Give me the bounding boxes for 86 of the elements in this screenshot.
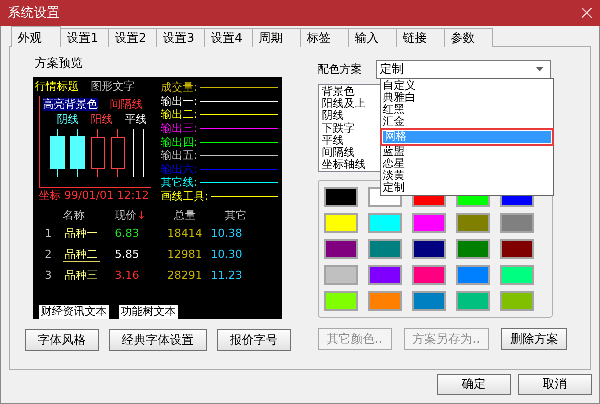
font-button[interactable]: 经典字体设置 bbox=[109, 329, 207, 351]
color-swatch[interactable] bbox=[370, 215, 400, 231]
color-swatch[interactable] bbox=[458, 241, 488, 257]
color-swatch[interactable] bbox=[326, 293, 356, 309]
title-text: 行情标题 bbox=[35, 80, 79, 95]
color-swatch[interactable] bbox=[502, 241, 532, 257]
color-swatch[interactable] bbox=[458, 215, 488, 231]
line-label: 输出五: bbox=[161, 149, 198, 162]
dropdown-option[interactable]: 淡黄 bbox=[381, 170, 553, 182]
table-cell-text: 品种三 bbox=[64, 269, 99, 282]
color-swatch[interactable] bbox=[370, 293, 400, 309]
table-cell: 品种二 bbox=[63, 248, 100, 262]
line-label: 输出四: bbox=[161, 136, 198, 149]
table-cell-text: 10.30 bbox=[211, 248, 244, 261]
color-swatch[interactable] bbox=[414, 293, 444, 309]
line-label: 输出三: bbox=[161, 122, 198, 136]
table-cell-text: 11.23 bbox=[211, 269, 244, 282]
line-label: 输出六: bbox=[161, 162, 198, 176]
window-title: 系统设置 bbox=[8, 5, 60, 22]
tab[interactable]: 设置1 bbox=[61, 28, 109, 47]
graph-text: 图形文字 bbox=[91, 80, 135, 95]
table-cell: 18414 bbox=[168, 227, 202, 240]
text-sample: 财经资讯文本 bbox=[39, 305, 109, 319]
tab[interactable]: 输入 bbox=[349, 28, 397, 47]
line-label: 其它线: bbox=[161, 176, 198, 190]
candle-label: 平线 bbox=[125, 113, 147, 126]
line-label: 成交量: bbox=[161, 81, 198, 94]
interval-line-text: 间隔线 bbox=[110, 98, 143, 111]
tab[interactable]: 设置2 bbox=[109, 28, 157, 47]
color-swatch[interactable] bbox=[326, 267, 356, 283]
table-cell-text: 5.85 bbox=[115, 248, 140, 261]
column-header: 其它 bbox=[225, 208, 247, 222]
candle-label: 阴线 bbox=[57, 113, 79, 126]
scheme-dropdown[interactable]: 定制 bbox=[376, 60, 551, 78]
color-swatch[interactable] bbox=[326, 189, 356, 205]
color-swatch[interactable] bbox=[502, 267, 532, 283]
row-number: 1 bbox=[44, 227, 53, 240]
column-header: 名称 bbox=[63, 208, 86, 222]
scheme-button[interactable]: 删除方案 bbox=[501, 328, 568, 350]
color-swatch[interactable] bbox=[370, 241, 400, 257]
tab[interactable]: 标签 bbox=[301, 28, 349, 47]
table-cell: 28291 bbox=[168, 269, 202, 282]
color-swatch[interactable] bbox=[414, 241, 444, 257]
caret-icon[interactable] bbox=[536, 66, 544, 72]
column-header: 现价 bbox=[115, 208, 137, 222]
tab[interactable]: 外观 bbox=[11, 26, 61, 47]
table-cell-text: 品种一 bbox=[64, 227, 99, 240]
dropdown-list[interactable]: 自定义 典雅白 红黑 汇金 网格 蓝盟 恋星 淡黄 定制 bbox=[380, 78, 554, 196]
tab[interactable]: 参数 bbox=[445, 28, 493, 47]
highlight-text: 高亮背景色 bbox=[43, 98, 98, 111]
row-number: 3 bbox=[44, 269, 53, 282]
color-swatch[interactable] bbox=[458, 293, 488, 309]
preview-label: 方案预览 bbox=[34, 55, 84, 71]
dialog-button[interactable]: 确定 bbox=[437, 374, 511, 395]
table-cell-text: 3.16 bbox=[115, 269, 140, 282]
tab[interactable]: 链接 bbox=[397, 28, 445, 47]
color-swatch[interactable] bbox=[458, 267, 488, 283]
sort-mark: ↓ bbox=[137, 208, 146, 222]
color-swatch[interactable] bbox=[326, 215, 356, 231]
tab[interactable]: 周期 bbox=[253, 28, 301, 47]
candle-label: 阳线 bbox=[91, 113, 113, 126]
color-swatch[interactable] bbox=[326, 241, 356, 257]
axis-label: 坐标 99/01/01 12:12 bbox=[39, 189, 150, 202]
table-cell-text: 10.38 bbox=[211, 227, 244, 240]
close-icon[interactable] bbox=[582, 8, 592, 18]
color-swatch[interactable] bbox=[502, 215, 532, 231]
tab[interactable]: 设置4 bbox=[205, 28, 253, 47]
color-swatch[interactable] bbox=[502, 293, 532, 309]
tab[interactable]: 设置3 bbox=[157, 28, 205, 47]
dropdown-option[interactable]: 定制 bbox=[381, 182, 553, 194]
scheme-label: 配色方案 bbox=[318, 62, 362, 76]
text-sample: 功能树文本 bbox=[119, 305, 178, 319]
line-label: 画线工具: bbox=[161, 190, 209, 204]
dialog-button[interactable]: 取消 bbox=[518, 374, 592, 395]
table-cell-text: 6.83 bbox=[115, 227, 140, 240]
font-button[interactable]: 字体风格 bbox=[25, 329, 99, 351]
color-swatch[interactable] bbox=[370, 267, 400, 283]
line-label: 输出二: bbox=[161, 108, 198, 122]
font-button[interactable]: 报价字号 bbox=[217, 329, 291, 351]
color-swatch[interactable] bbox=[414, 215, 444, 231]
color-swatch[interactable] bbox=[414, 267, 444, 283]
row-number: 2 bbox=[44, 248, 53, 261]
dropdown-value: 定制 bbox=[380, 60, 404, 78]
table-cell: 12981 bbox=[168, 248, 202, 261]
column-header: 总量 bbox=[174, 208, 196, 222]
line-label: 输出一: bbox=[161, 94, 198, 108]
